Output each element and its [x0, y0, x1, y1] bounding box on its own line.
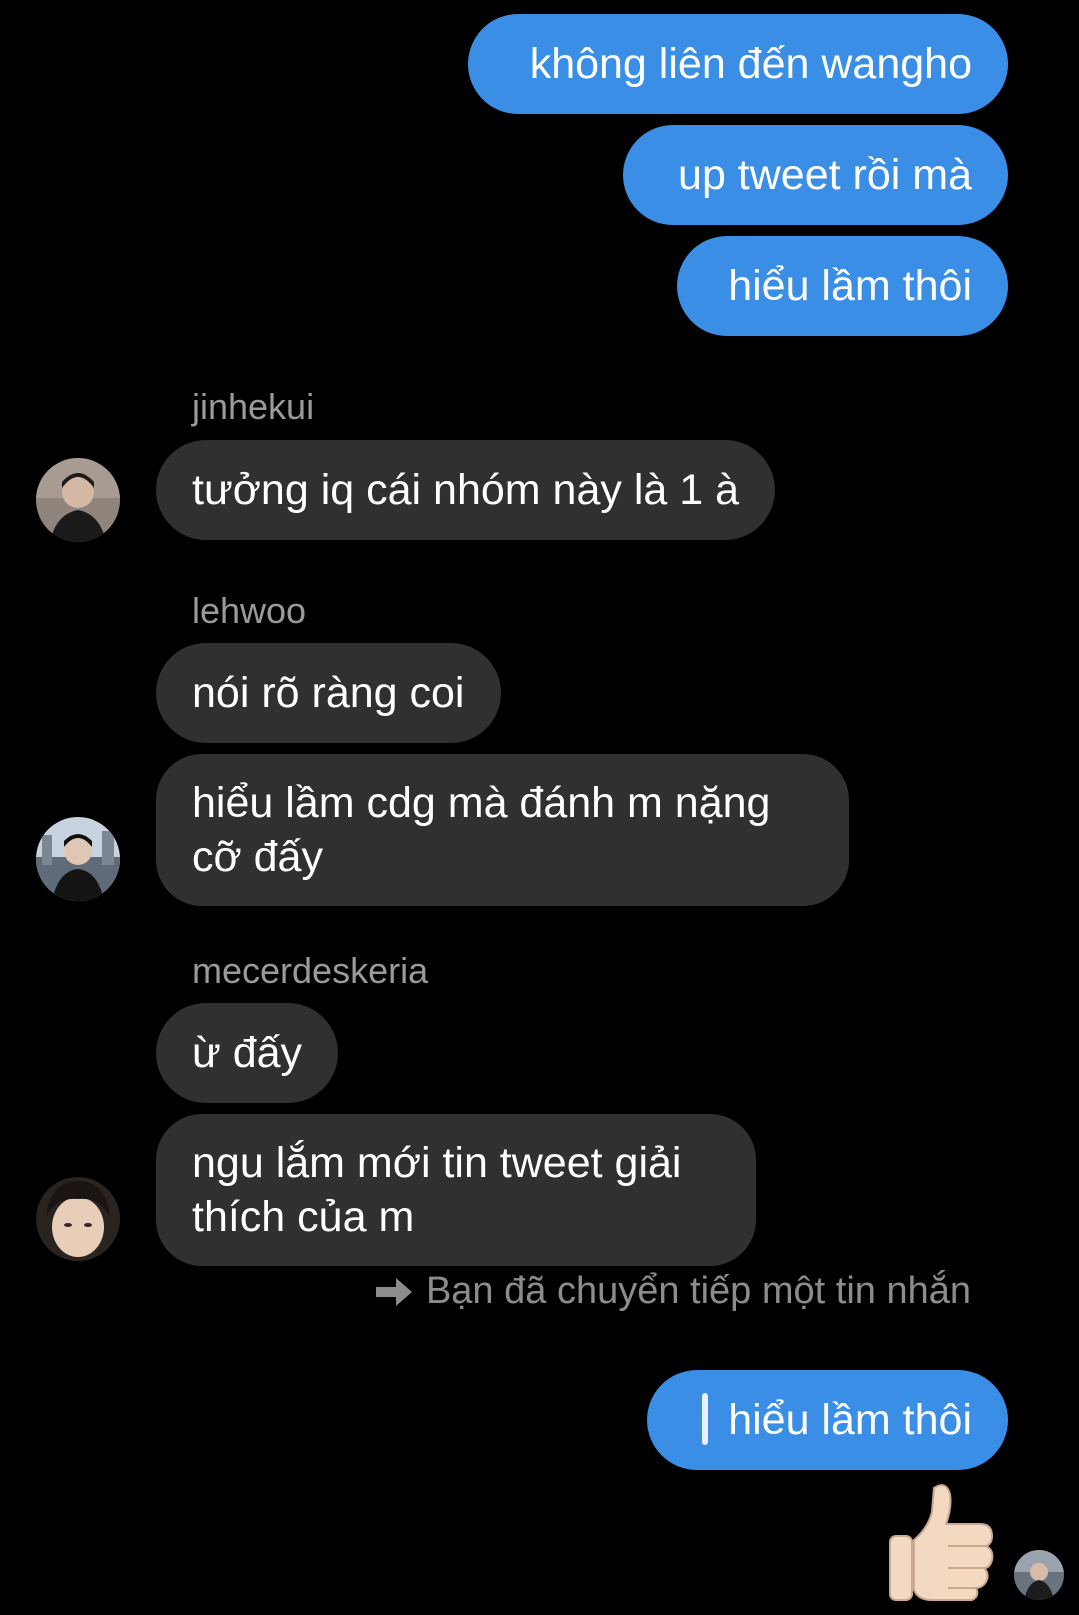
- avatar[interactable]: [36, 817, 120, 901]
- incoming-message[interactable]: tưởng iq cái nhóm này là 1 à: [156, 440, 776, 540]
- incoming-message[interactable]: ừ đấy: [156, 1003, 339, 1103]
- avatar[interactable]: [36, 458, 120, 542]
- read-receipt-avatar: [1014, 1550, 1064, 1600]
- forward-notice-text: Bạn đã chuyển tiếp một tin nhắn: [425, 1270, 971, 1312]
- outgoing-message[interactable]: không liên đến wangho: [468, 14, 1008, 114]
- forwarded-message[interactable]: hiểu lầm thôi: [647, 1370, 1008, 1470]
- incoming-message[interactable]: hiểu lầm cdg mà đánh m nặng cỡ đấy: [156, 754, 849, 906]
- sender-name: mecerdeskeria: [192, 950, 429, 991]
- incoming-message[interactable]: ngu lắm mới tin tweet giải thích của m: [156, 1114, 756, 1266]
- outgoing-message[interactable]: hiểu lầm thôi: [677, 236, 1008, 336]
- sender-name: lehwoo: [192, 590, 307, 631]
- avatar[interactable]: [36, 1177, 120, 1261]
- thumbs-up-icon[interactable]: [888, 1478, 1008, 1602]
- quote-bar: [702, 1392, 709, 1445]
- incoming-message[interactable]: nói rõ ràng coi: [156, 643, 501, 743]
- sender-name: jinhekui: [192, 386, 315, 427]
- forward-notice: Bạn đã chuyển tiếp một tin nhắn: [374, 1270, 971, 1313]
- forward-arrow-icon: [375, 1277, 412, 1306]
- outgoing-message[interactable]: up tweet rồi mà: [623, 125, 1008, 225]
- forwarded-message-text: hiểu lầm thôi: [728, 1396, 972, 1444]
